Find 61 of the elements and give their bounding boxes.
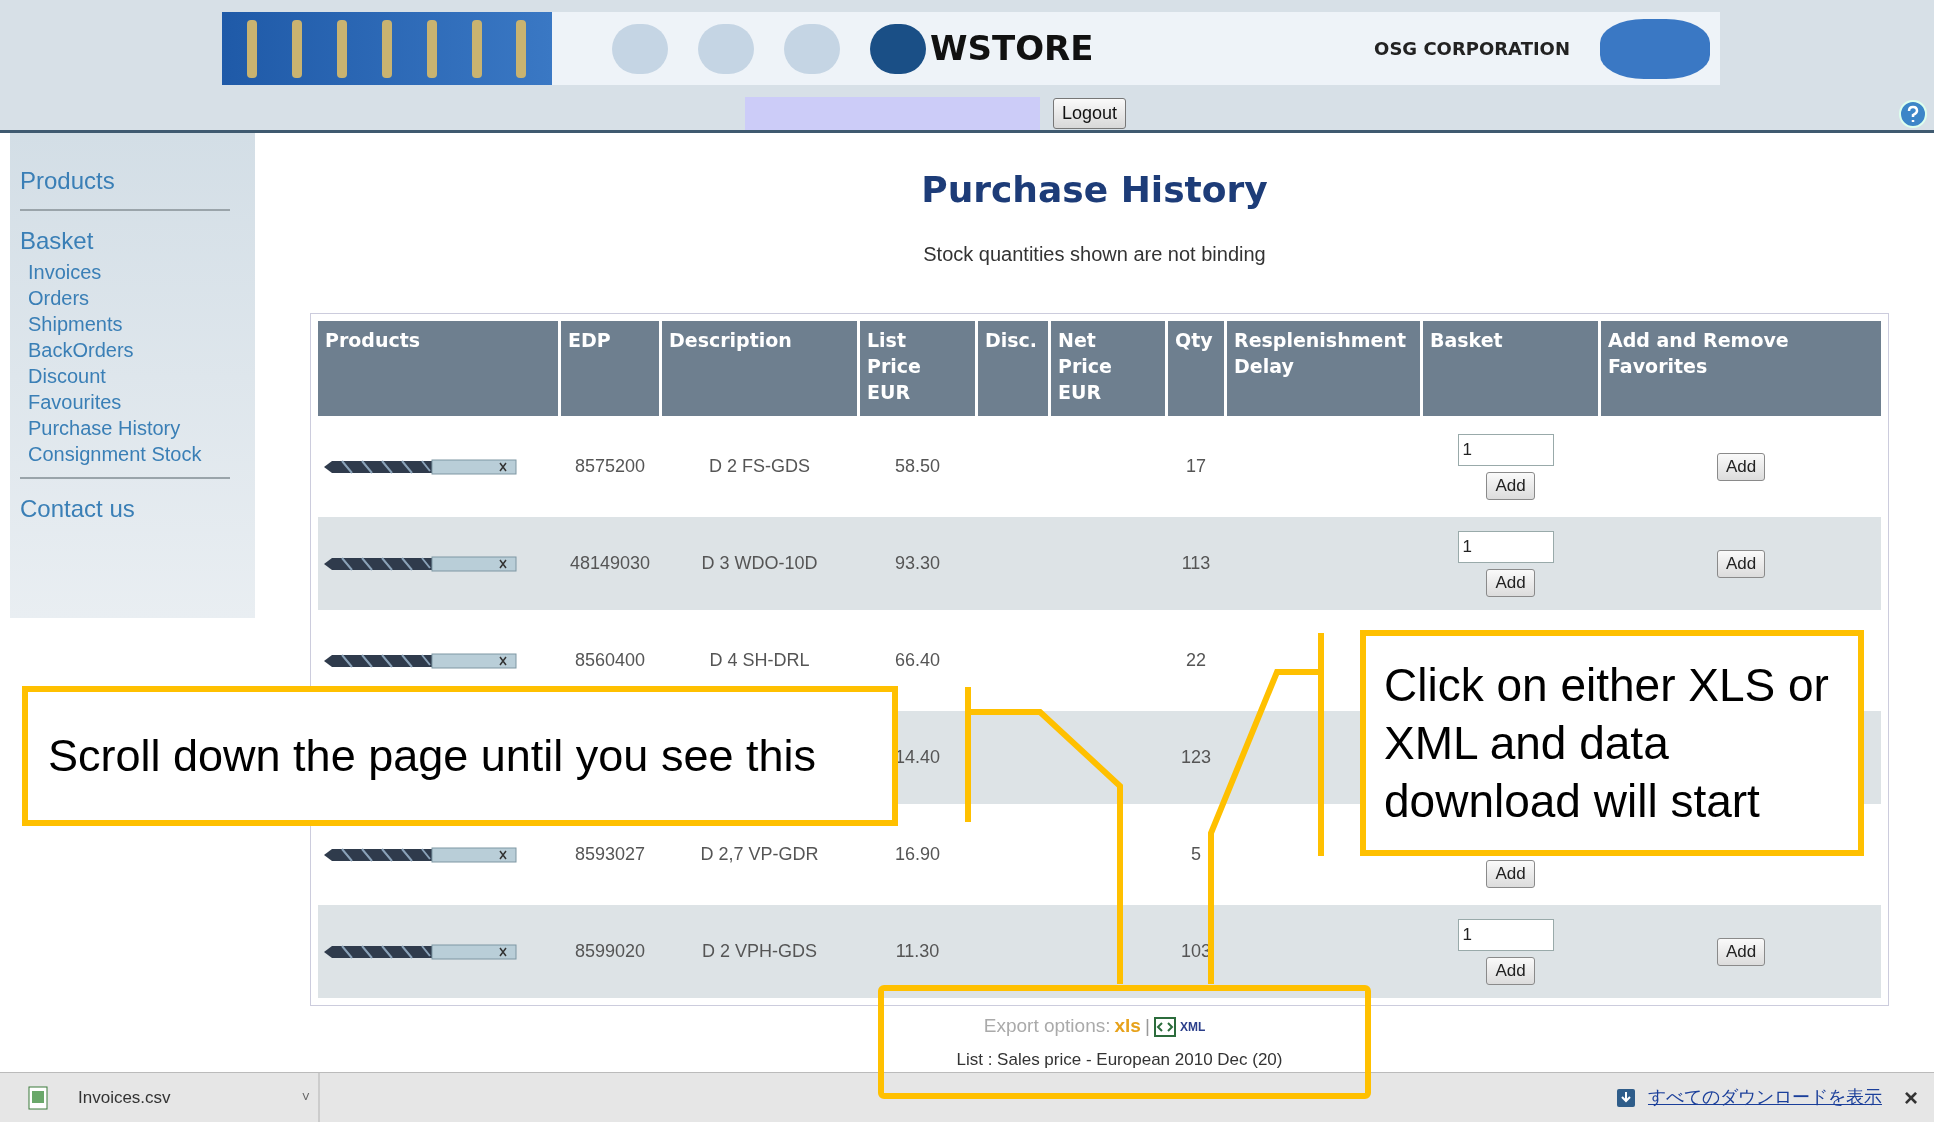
column-header: EDP [561,321,659,417]
add-button[interactable]: Add [1486,568,1535,597]
download-icon [1616,1087,1636,1108]
table-cell-text: 93.30 [894,552,940,576]
downloaded-file-name[interactable]: Invoices.csv [78,1084,171,1111]
table-cell-text: 22 [1186,649,1206,673]
table-cell-text: 8593027 [574,843,646,867]
table-cell-text: 48149030 [569,552,651,576]
table-cell-text: 8599020 [574,940,646,964]
add-button[interactable]: Add [1486,859,1535,888]
company-logo-text: OSG CORPORATION [1374,37,1570,61]
table-cell-text: D 4 SH-DRL [709,649,810,673]
add-button[interactable]: Add [1716,549,1766,578]
column-header: Qty [1168,321,1224,417]
quantity-field[interactable]: 1 [1457,530,1554,563]
column-header: List Price EUR [860,321,975,417]
table-cell-text: D 3 WDO-10D [701,552,818,576]
table-cell-text: 5 [1191,843,1201,867]
sidebar-link[interactable]: Consignment Stock [28,441,230,468]
table-cell-text: D 2 VPH-GDS [702,940,817,964]
column-header: Description [662,321,857,417]
quantity-field[interactable]: 1 [1457,918,1554,951]
xml-link[interactable]: XML [1179,1017,1206,1036]
separator-text: | [1144,1014,1150,1039]
column-header: Resplenishment Delay [1227,321,1420,417]
table-cell-text: 11.30 [895,940,940,964]
column-header: Net Price EUR [1051,321,1165,417]
callout-text: Scroll down the page until you see this [22,686,898,826]
add-button[interactable]: Add [1716,452,1766,481]
sidebar-link[interactable]: Contact us [20,491,230,528]
page-subtitle: Stock quantities shown are not binding [923,242,1266,268]
export-label: Export options: [983,1014,1111,1039]
table-cell-text: 17 [1186,455,1206,479]
quantity-field[interactable]: 1 [1457,433,1554,466]
callout-text: Click on either XLS or XML and data download will start [1360,630,1864,856]
caret-icon[interactable]: ˅ [301,1087,310,1109]
logout-button[interactable]: Logout [1053,98,1127,129]
table-cell-text: 113 [1181,552,1211,576]
add-button[interactable]: Add [1716,937,1766,966]
column-header: Products [318,321,558,417]
table-cell-text: 8575200 [574,455,646,479]
table-cell-text: 123 [1180,746,1211,770]
column-header: Add and Remove Favorites [1601,321,1881,417]
table-cell-text: 16.90 [894,843,940,867]
spreadsheet-file-icon [28,1085,50,1110]
table-cell-text: 8560400 [574,649,646,673]
help-icon[interactable] [1898,98,1928,129]
show-all-downloads-link[interactable]: すべてのダウンロードを表示 [1648,1084,1882,1112]
price-list-text: List : Sales price - European 2010 Dec (20) [956,1048,1283,1071]
add-button[interactable]: Add [1486,471,1535,500]
table-cell-text: 66.40 [894,649,940,673]
close-button[interactable]: × [1904,1079,1918,1116]
table-cell-text: 58.50 [894,455,940,479]
table-cell-text: D 2 FS-GDS [709,455,810,479]
brand-logo-text: WSTORE [930,27,1094,70]
column-header: Basket [1423,321,1598,417]
column-header: Disc. [978,321,1048,417]
xml-icon[interactable] [1153,1016,1176,1037]
page-title: Purchase History [921,168,1268,213]
add-button[interactable]: Add [1486,956,1535,985]
table-cell-text: D 2,7 VP-GDR [700,843,819,867]
